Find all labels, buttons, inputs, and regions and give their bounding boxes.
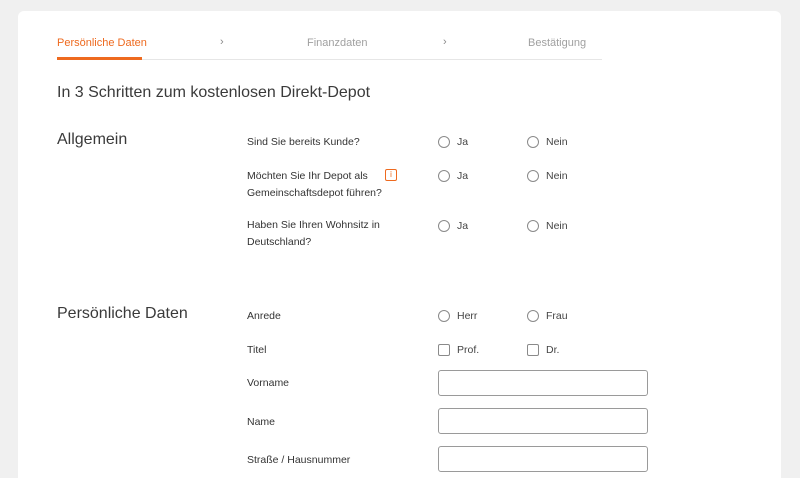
radio-anrede-herr[interactable]: Herr bbox=[438, 310, 477, 322]
section-title-persoenliche-daten: Persönliche Daten bbox=[57, 305, 188, 322]
radio-label: Herr bbox=[457, 310, 478, 322]
radio-label: Ja bbox=[457, 136, 469, 148]
checkbox-label: Prof. bbox=[457, 344, 480, 356]
radio-label: Ja bbox=[457, 220, 469, 232]
strasse-hausnummer-label: Straße / Hausnummer bbox=[247, 454, 351, 466]
page-title: In 3 Schritten zum kostenlosen Direkt-De… bbox=[57, 84, 371, 101]
info-icon[interactable]: i bbox=[385, 169, 397, 181]
checkbox-titel-prof[interactable]: Prof. bbox=[438, 344, 479, 356]
name-field[interactable] bbox=[438, 408, 648, 434]
radio-kunde-ja[interactable]: Ja bbox=[438, 136, 468, 148]
chevron-right-icon: › bbox=[220, 36, 224, 48]
radio-label: Frau bbox=[546, 310, 568, 322]
strasse-hausnummer-field[interactable] bbox=[438, 446, 648, 472]
radio-wohnsitz-nein[interactable]: Nein bbox=[527, 220, 568, 232]
step-persoenliche-daten[interactable]: Persönliche Daten bbox=[57, 37, 147, 49]
radio-circle-icon[interactable] bbox=[527, 136, 539, 148]
radio-circle-icon[interactable] bbox=[438, 220, 450, 232]
radio-circle-icon[interactable] bbox=[438, 170, 450, 182]
radio-label: Ja bbox=[457, 170, 469, 182]
radio-anrede-frau[interactable]: Frau bbox=[527, 310, 568, 322]
radio-circle-icon[interactable] bbox=[527, 310, 539, 322]
radio-label: Nein bbox=[546, 220, 568, 232]
checkbox-titel-dr[interactable]: Dr. bbox=[527, 344, 559, 356]
section-title-allgemein: Allgemein bbox=[57, 131, 128, 148]
radio-circle-icon[interactable] bbox=[527, 220, 539, 232]
progress-stepper: Persönliche Daten › Finanzdaten › Bestät… bbox=[57, 11, 602, 60]
name-label: Name bbox=[247, 416, 276, 428]
radio-label: Nein bbox=[546, 170, 568, 182]
active-step-underline bbox=[57, 57, 142, 60]
question-bereits-kunde: Sind Sie bereits Kunde? bbox=[247, 136, 360, 148]
radio-circle-icon[interactable] bbox=[527, 170, 539, 182]
step-finanzdaten[interactable]: Finanzdaten bbox=[307, 37, 368, 49]
checkbox-square-icon[interactable] bbox=[438, 344, 450, 356]
form-card: Persönliche Daten › Finanzdaten › Bestät… bbox=[18, 11, 781, 478]
radio-circle-icon[interactable] bbox=[438, 136, 450, 148]
radio-circle-icon[interactable] bbox=[438, 310, 450, 322]
titel-label: Titel bbox=[247, 344, 267, 356]
vorname-label: Vorname bbox=[247, 377, 290, 389]
radio-gemeinschaftsdepot-nein[interactable]: Nein bbox=[527, 170, 568, 182]
radio-label: Nein bbox=[546, 136, 568, 148]
radio-wohnsitz-ja[interactable]: Ja bbox=[438, 220, 468, 232]
checkbox-square-icon[interactable] bbox=[527, 344, 539, 356]
question-wohnsitz-deutschland: Haben Sie Ihren Wohnsitz in Deutschland? bbox=[247, 219, 380, 248]
anrede-label: Anrede bbox=[247, 310, 281, 322]
vorname-field[interactable] bbox=[438, 370, 648, 396]
radio-kunde-nein[interactable]: Nein bbox=[527, 136, 568, 148]
radio-gemeinschaftsdepot-ja[interactable]: Ja bbox=[438, 170, 468, 182]
checkbox-label: Dr. bbox=[546, 344, 560, 356]
chevron-right-icon: › bbox=[443, 36, 447, 48]
question-gemeinschaftsdepot: Möchten Sie Ihr Depot als Gemeinschaftsd… bbox=[247, 170, 382, 199]
step-bestaetigung[interactable]: Bestätigung bbox=[528, 37, 586, 49]
